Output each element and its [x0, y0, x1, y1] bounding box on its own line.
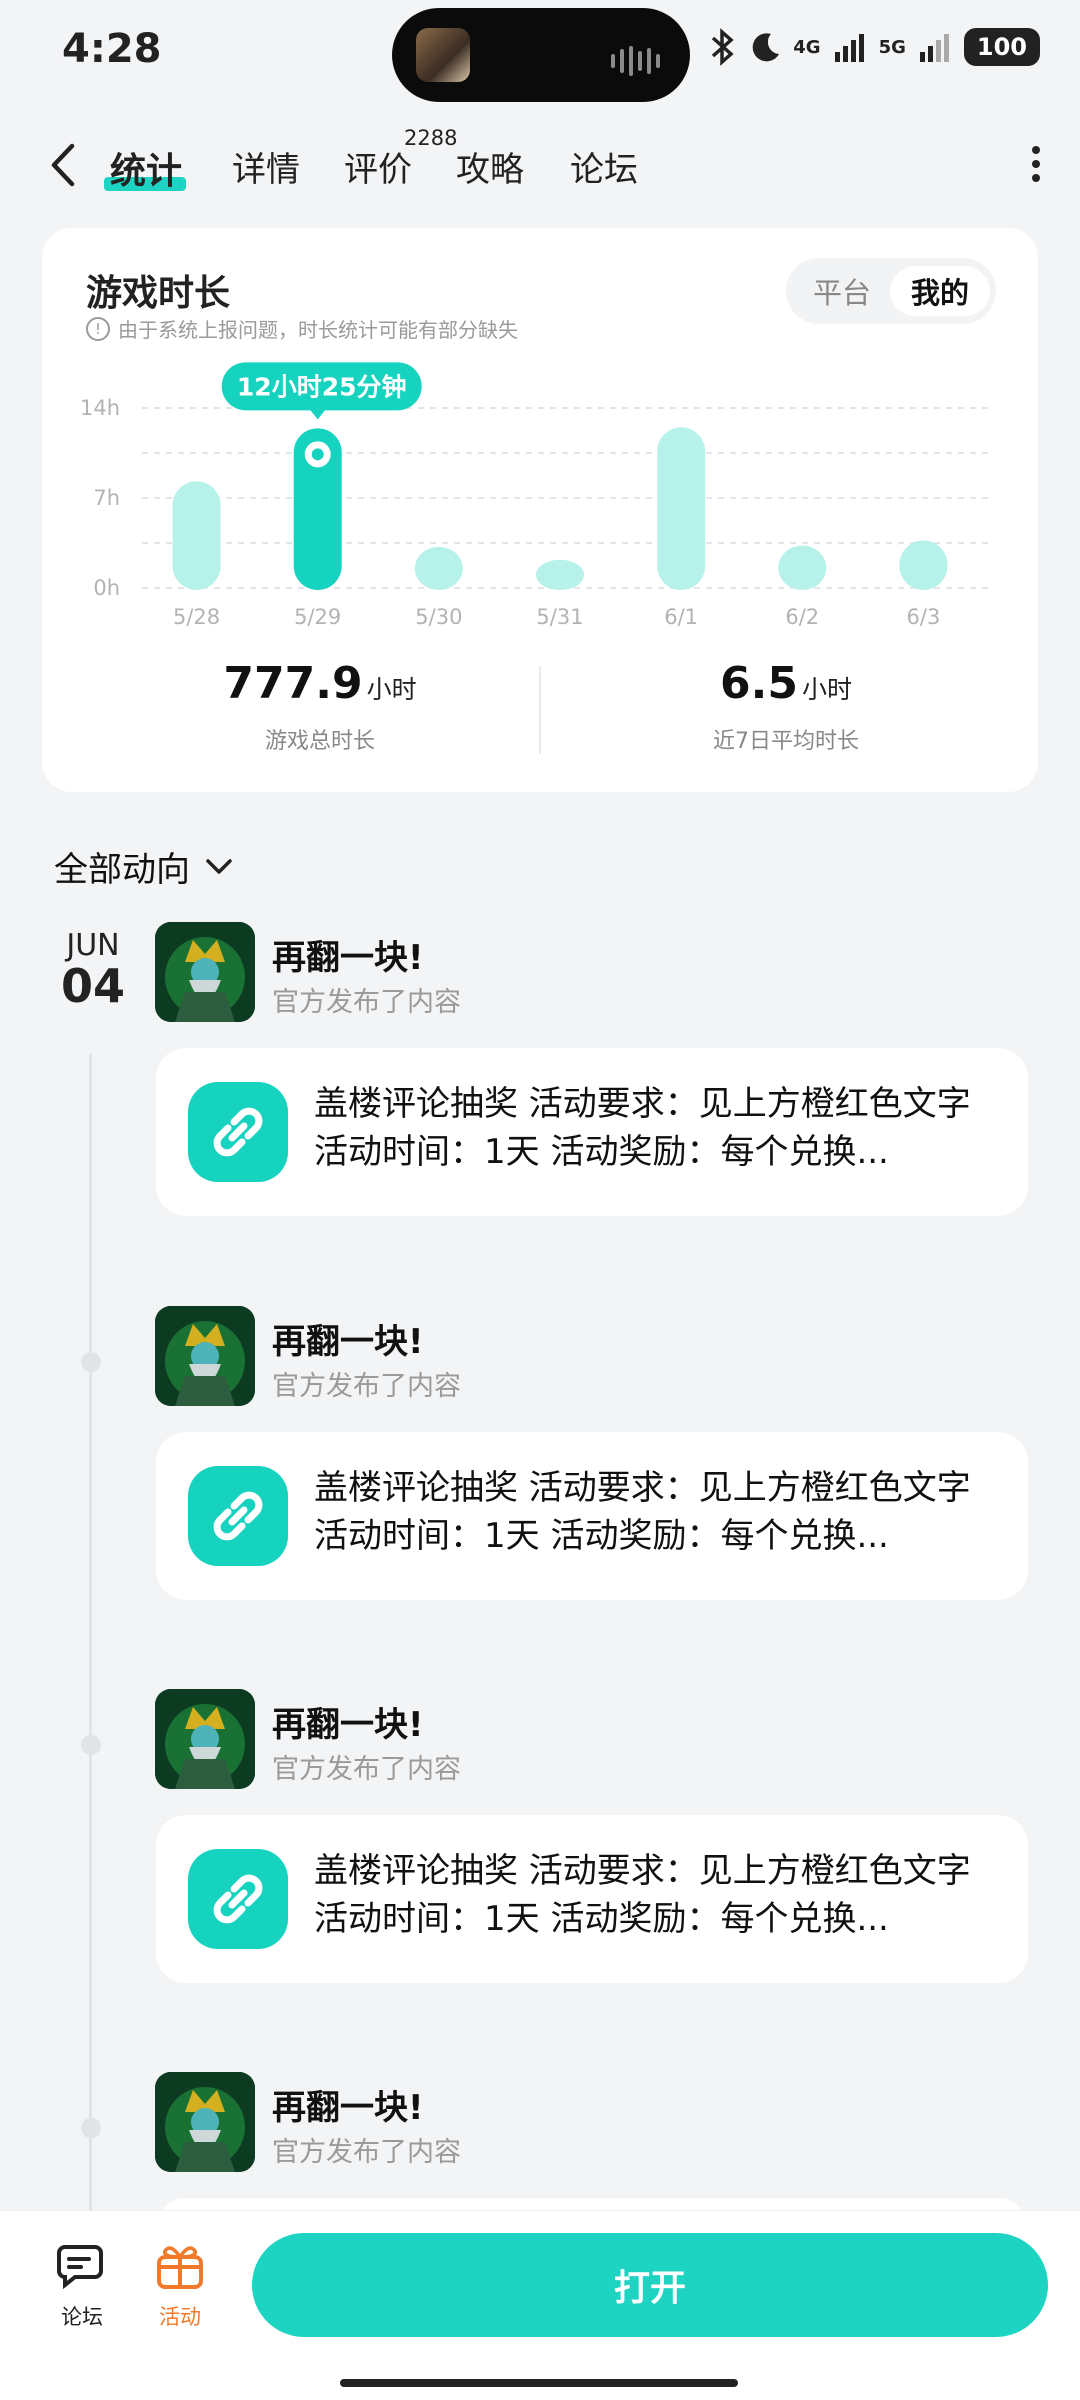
chart-bar — [414, 546, 463, 590]
post-text: 盖楼评论抽奖 活动要求：见上方橙红色文字 活动时间：1天 活动奖励：每个兑换..… — [314, 1468, 971, 1556]
network-4g-label: 4G — [793, 36, 821, 58]
signal-icon — [834, 34, 864, 62]
post-subtitle: 官方发布了内容 — [272, 1371, 461, 1402]
y-tick-label: 0h — [93, 576, 120, 600]
chart-bar — [172, 481, 221, 590]
more-options-icon[interactable] — [1028, 144, 1044, 184]
post-content-card[interactable]: 盖楼评论抽奖 活动要求：见上方橙红色文字 活动时间：1天 活动奖励：每个兑换..… — [156, 1048, 1028, 1216]
date-month: JUN — [66, 928, 120, 963]
chart-bar — [899, 540, 948, 590]
post-content-card[interactable]: 盖楼评论抽奖 活动要求：见上方橙红色文字 活动时间：1天 活动奖励：每个兑换..… — [156, 1432, 1028, 1600]
timeline-dot — [81, 1352, 101, 1372]
tab-forum[interactable]: 论坛 — [570, 142, 638, 191]
chevron-down-icon — [206, 858, 232, 874]
post-author: 再翻一块! — [272, 938, 424, 978]
average-label: 近7日平均时长 — [713, 729, 859, 754]
post-subtitle: 官方发布了内容 — [272, 987, 461, 1018]
audio-wave-icon — [611, 46, 660, 76]
total-unit: 小时 — [366, 675, 417, 704]
feed-date: JUN 04 — [58, 928, 128, 1013]
gift-icon — [157, 2246, 203, 2289]
x-tick-label: 5/29 — [294, 605, 341, 629]
game-avatar[interactable] — [155, 1689, 255, 1789]
timeline-dot — [81, 1735, 101, 1755]
review-count-badge: 2288 — [404, 126, 458, 150]
post-author: 再翻一块! — [272, 1705, 424, 1745]
link-icon — [188, 1466, 288, 1566]
chart-bar — [657, 427, 706, 590]
playtime-card: 游戏时长 ! 由于系统上报问题，时长统计可能有部分缺失 平台 我的 14h 7h 0… — [42, 228, 1038, 792]
tab-stats[interactable]: 统计 — [110, 142, 182, 194]
average-playtime: 6.5 小时 近7日平均时长 — [566, 658, 1006, 755]
stats-divider — [539, 666, 541, 754]
moon-icon — [752, 33, 780, 62]
timeline-line — [89, 1054, 92, 2214]
top-nav: 统计 详情 评价 2288 攻略 论坛 — [0, 120, 1080, 210]
highlight-marker-core — [311, 448, 324, 461]
post-author: 再翻一块! — [272, 2088, 424, 2128]
bluetooth-icon — [712, 28, 734, 66]
game-avatar[interactable] — [155, 1306, 255, 1406]
average-unit: 小时 — [801, 675, 852, 704]
x-tick-label: 5/30 — [415, 605, 462, 629]
total-playtime: 777.9 小时 游戏总时长 — [100, 658, 540, 755]
forum-button[interactable]: 论坛 — [42, 2241, 122, 2331]
x-tick-label: 5/28 — [173, 605, 220, 629]
average-value: 6.5 — [720, 658, 798, 709]
chart-bar — [536, 559, 584, 590]
status-bar: 4:28 4G 5G 100 — [0, 0, 1080, 110]
game-avatar[interactable] — [155, 2072, 255, 2172]
playtime-bar-chart: 14h 7h 0h 5/28 5/29 12小时25分钟 5/30 5/31 6/1 6/2 6/3 — [80, 362, 990, 629]
link-icon — [188, 1082, 288, 1182]
clock: 4:28 — [62, 26, 162, 72]
now-playing-thumbnail — [416, 28, 470, 82]
post-content-card[interactable]: 盖楼评论抽奖 活动要求：见上方橙红色文字 活动时间：1天 活动奖励：每个兑换..… — [156, 1815, 1028, 1983]
x-tick-label: 5/31 — [536, 605, 583, 629]
tooltip-label: 12小时25分钟 — [237, 372, 407, 401]
post-author: 再翻一块! — [272, 1322, 424, 1362]
post-text: 盖楼评论抽奖 活动要求：见上方橙红色文字 活动时间：1天 活动奖励：每个兑换..… — [314, 1084, 971, 1172]
x-tick-label: 6/2 — [785, 605, 819, 629]
chart-bar — [778, 545, 827, 590]
activity-label: 活动 — [159, 2305, 201, 2329]
total-value: 777.9 — [223, 658, 363, 709]
x-tick-label: 6/1 — [664, 605, 698, 629]
signal-icon-2 — [919, 34, 949, 62]
playtime-stats: 777.9 小时 游戏总时长 6.5 小时 近7日平均时长 — [42, 658, 1038, 778]
open-game-button[interactable]: 打开 — [252, 2233, 1048, 2337]
y-tick-label: 7h — [93, 486, 120, 510]
network-5g-label: 5G — [878, 36, 906, 58]
feed-filter-label: 全部动向 — [54, 850, 190, 890]
date-day: 04 — [60, 959, 125, 1013]
tab-guides[interactable]: 攻略 — [456, 142, 524, 191]
y-tick-label: 14h — [80, 396, 120, 420]
activity-button[interactable]: 活动 — [140, 2241, 220, 2331]
total-label: 游戏总时长 — [264, 729, 375, 754]
tab-details[interactable]: 详情 — [232, 142, 300, 191]
post-subtitle: 官方发布了内容 — [272, 2137, 461, 2168]
forum-icon — [57, 2245, 103, 2290]
x-tick-label: 6/3 — [907, 605, 941, 629]
back-arrow-icon[interactable] — [44, 140, 84, 190]
post-subtitle: 官方发布了内容 — [272, 1754, 461, 1785]
bottom-action-bar: 论坛 活动 打开 — [0, 2210, 1080, 2400]
home-indicator[interactable] — [340, 2379, 738, 2387]
link-icon — [188, 1849, 288, 1949]
tab-reviews[interactable]: 评价 — [344, 142, 412, 191]
tooltip-pointer — [309, 409, 326, 420]
game-avatar[interactable] — [155, 922, 255, 1022]
timeline-dot — [81, 2118, 101, 2138]
battery-indicator: 100 — [963, 28, 1040, 66]
feed-filter-dropdown[interactable]: 全部动向 — [54, 842, 234, 891]
forum-label: 论坛 — [61, 2305, 103, 2329]
post-text: 盖楼评论抽奖 活动要求：见上方橙红色文字 活动时间：1天 活动奖励：每个兑换..… — [314, 1851, 971, 1939]
dynamic-island[interactable] — [392, 8, 690, 102]
